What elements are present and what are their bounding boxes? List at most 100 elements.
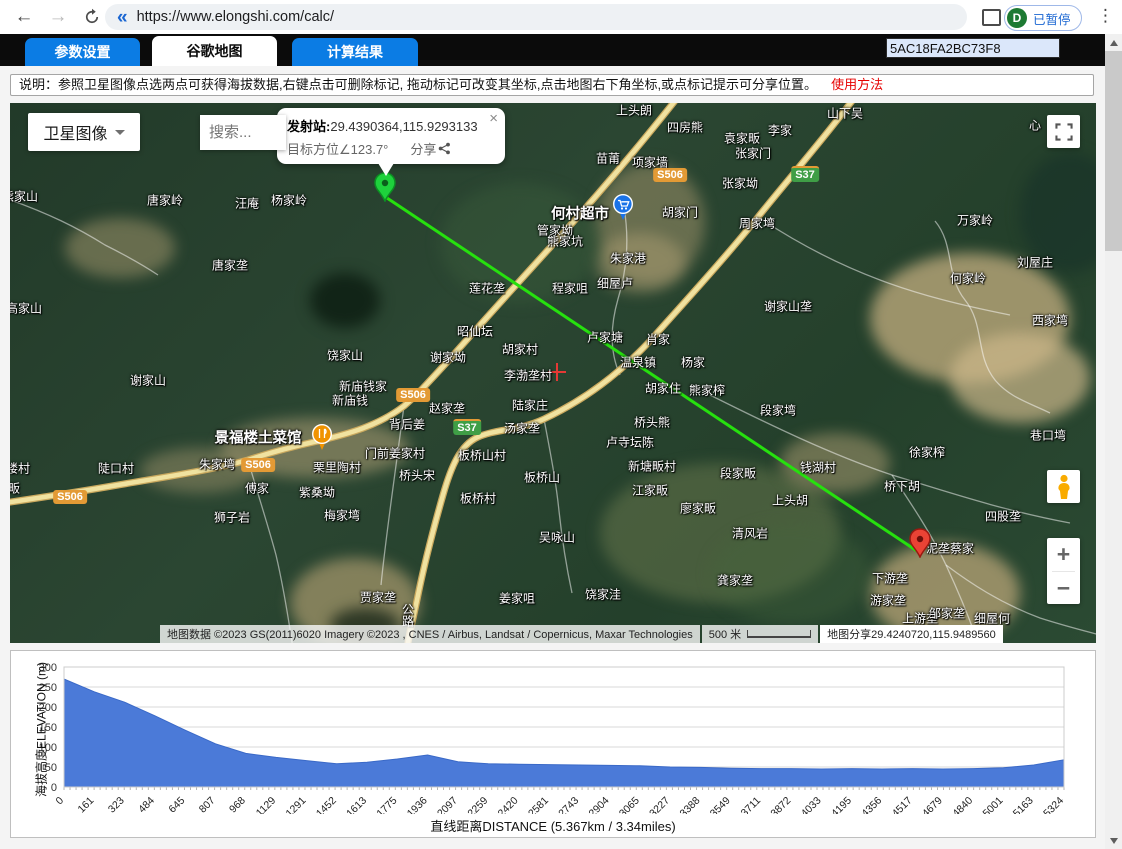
map-place-label: 桥头宋 [399,467,435,484]
map-place-label: 细屋卢 [597,275,633,292]
site-favicon: « [117,8,128,27]
instruction-bar: 说明：参照卫星图像点选两点可获得海拔数据,右键点击可删除标记, 拖动标记可改变其… [10,74,1094,96]
map-place-label: 姜家咀 [499,590,535,607]
map-place-label: 邹家垄 [929,605,965,622]
svg-text:3388: 3388 [677,795,702,814]
share-icon [438,142,451,155]
scroll-up-arrow[interactable] [1105,34,1122,51]
scroll-thumb[interactable] [1105,51,1122,251]
pegman-button[interactable] [1047,470,1080,503]
map-place-label: 朱家港 [610,250,646,267]
map-canvas[interactable]: 熊家山唐家岭汪庵杨家岭唐家垄高家山谢家山上头朗四房熊袁家畈李家山下吴苗莆项家墙张… [10,103,1096,643]
map-place-label: 细屋何 [974,610,1010,627]
map-place-label: 梅家塆 [324,507,360,524]
avatar: D [1007,8,1027,28]
map-place-label: 杨家岭 [271,192,307,209]
forward-icon[interactable]: → [46,5,70,29]
fullscreen-icon [1053,121,1075,143]
map-place-label: 上头胡 [772,492,808,509]
browser-chrome: ← → « https://www.elongshi.com/calc/ D 已… [0,0,1122,34]
road-shield: S37 [791,166,819,182]
map-place-label: 门前姜家村 [365,445,425,462]
map-place-label: 紫桑坳 [299,484,335,501]
map-attribution-bar: 地图数据 ©2023 GS(2011)6020 Imagery ©2023 , … [160,625,1096,643]
map-place-label: 背后姜 [389,416,425,433]
map-place-label: 朱家塆 [199,456,235,473]
zoom-out-button[interactable]: − [1047,572,1080,605]
fullscreen-button[interactable] [1047,115,1080,148]
map-place-label: 栗里陶村 [313,459,361,476]
svg-text:4840: 4840 [950,795,975,814]
map-place-label: 袁家畈 [724,130,760,147]
svg-text:645: 645 [166,795,187,814]
map-place-label: 贾家垄 [360,589,396,606]
svg-text:4356: 4356 [859,795,884,814]
map-place-label: 程家咀 [552,280,588,297]
map-place-label: 谢家坳 [430,349,466,366]
svg-text:3227: 3227 [647,795,672,814]
map-place-label: 傅家 [245,480,269,497]
info-bearing-line: 目标方位∠123.7° 分享 [287,139,495,158]
map-labels-layer: 熊家山唐家岭汪庵杨家岭唐家垄高家山谢家山上头朗四房熊袁家畈李家山下吴苗莆项家墙张… [10,103,1096,643]
map-place-label: 肖家 [646,331,670,348]
map-search-input[interactable] [200,115,286,150]
page-scrollbar[interactable] [1105,34,1122,849]
map-share-coords[interactable]: 地图分享29.4240720,115.9489560 [820,625,1003,643]
map-place-label: 四股垄 [985,508,1021,525]
map-place-label: 狮子岩 [214,509,250,526]
svg-text:968: 968 [227,795,248,814]
map-type-button[interactable]: 卫星图像 [28,113,140,151]
chart-x-axis-title: 直线距离DISTANCE (5.367km / 3.34miles) [11,816,1095,835]
map-place-label: 温泉镇 [620,354,656,371]
transmitter-marker-green[interactable] [374,172,396,202]
serial-input[interactable] [886,38,1060,58]
tab-google-map[interactable]: 谷歌地图 [152,36,277,66]
map-place-label: 江家畈 [632,482,668,499]
restaurant-poi-marker[interactable] [311,424,333,451]
back-icon[interactable]: ← [12,5,36,29]
url-bar[interactable]: « https://www.elongshi.com/calc/ [105,4,967,30]
info-window-tail [378,163,394,176]
map-place-label: 板桥村 [460,490,496,507]
map-place-label: 胡家住 [645,380,681,397]
reload-icon[interactable] [80,5,104,29]
map-place-label: 畈 [10,480,20,497]
info-close-icon[interactable]: × [489,110,498,127]
usage-link[interactable]: 使用方法 [831,77,883,92]
svg-text:161: 161 [76,795,97,814]
browser-menu-icon[interactable]: ⋮ [1097,6,1114,26]
target-marker-red[interactable] [909,528,931,558]
map-place-label: 廖家畈 [680,500,716,517]
map-place-label: 陆家庄 [512,397,548,414]
tab-parameter-settings[interactable]: 参数设置 [25,38,140,66]
tab-calc-result[interactable]: 计算结果 [292,38,418,66]
scroll-down-arrow[interactable] [1105,832,1122,849]
map-place-label: 汤家垄 [504,420,540,437]
marker-info-window: 发射站:29.4390364,115.9293133 目标方位∠123.7° 分… [277,108,505,164]
profile-chip[interactable]: D 已暂停 [1004,5,1082,31]
zoom-in-button[interactable]: + [1047,538,1080,571]
chart-y-axis-title: 海拔高度ELEVATION (m) [33,650,50,810]
side-panel-icon[interactable] [982,9,1001,26]
map-place-label: 谢家山 [130,372,166,389]
scale-bar [747,630,811,638]
supermarket-poi-marker[interactable] [612,194,634,221]
map-place-label: 板桥山 [524,469,560,486]
map-place-label: 段家畈 [720,465,756,482]
map-place-label: 桥下胡 [884,478,920,495]
svg-text:1452: 1452 [314,795,339,814]
svg-text:1936: 1936 [405,795,430,814]
map-place-label: 山下吴 [827,105,863,122]
instruction-text: 说明：参照卫星图像点选两点可获得海拔数据,右键点击可删除标记, 拖动标记可改变其… [19,77,817,92]
share-link[interactable]: 分享 [410,139,451,158]
url-text: https://www.elongshi.com/calc/ [137,9,334,25]
attribution-text: 地图数据 ©2023 GS(2011)6020 Imagery ©2023 , … [160,625,700,643]
svg-text:4033: 4033 [799,795,824,814]
svg-text:484: 484 [136,795,157,814]
profile-status: 已暂停 [1033,9,1071,28]
svg-text:4679: 4679 [920,795,945,814]
map-place-label: 上头朗 [616,103,652,119]
map-place-label: 熊家山 [10,188,38,205]
tab-bar: 参数设置 谷歌地图 计算结果 [0,34,1105,66]
map-place-label: 段家塆 [760,402,796,419]
